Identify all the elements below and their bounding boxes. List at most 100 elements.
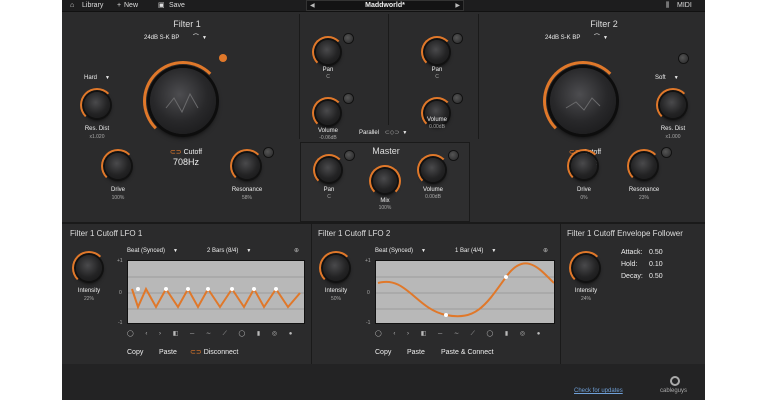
lfo2-curve	[376, 261, 554, 323]
preset-selector[interactable]: ◀ Maddworld* ▶	[306, 0, 464, 11]
filter2-drive-label: Drive	[576, 187, 591, 193]
filter2-volume-label: Volume	[426, 117, 447, 123]
chevron-down-icon: ▼	[173, 248, 178, 254]
home-icon[interactable]: ⌂	[70, 1, 74, 10]
env-intensity-knob[interactable]	[569, 251, 603, 285]
separator	[388, 14, 389, 125]
filter1-drive-knob[interactable]	[101, 149, 135, 183]
master-volume-led[interactable]	[449, 151, 458, 160]
master-volume-knob[interactable]	[417, 154, 449, 186]
filter1-resonance-knob[interactable]	[230, 149, 264, 183]
filter2-dist-select[interactable]: Soft ▼	[655, 73, 679, 83]
filter1-res-dist-knob[interactable]	[80, 88, 114, 122]
master-mix-knob[interactable]	[369, 165, 401, 197]
lfo2-tool-icons[interactable]: ◯ ‹ › ◧ ─ ∼ ⟋ ◯ ▮ ◎ ●	[375, 330, 545, 338]
filter2-drive-knob[interactable]	[567, 149, 601, 183]
env-hold-value[interactable]: 0.10	[649, 261, 663, 268]
env-attack-value[interactable]: 0.50	[649, 249, 663, 256]
filter1-cutoff-value: 708Hz	[172, 157, 199, 167]
filter1-type-select[interactable]: 24dB S-K BP ⌒ ▼	[144, 33, 207, 43]
chevron-down-icon: ▼	[105, 75, 110, 81]
chevron-down-icon: ▼	[201, 35, 207, 41]
save-button[interactable]: Save	[169, 1, 185, 10]
new-button[interactable]: New	[124, 1, 138, 10]
master-pan-led[interactable]	[345, 151, 354, 160]
chevron-down-icon: ▼	[246, 248, 252, 254]
filter2-resonance-knob[interactable]	[627, 149, 661, 183]
lfo1-intensity-knob[interactable]	[72, 251, 106, 285]
env-panel: Filter 1 Cutoff Envelope Follower Attack…	[561, 224, 705, 364]
lfo2-intensity-knob[interactable]	[319, 251, 353, 285]
lfo2-waveform-editor[interactable]	[375, 260, 555, 324]
filter-shape-icon: ⌒	[593, 35, 600, 41]
chevron-down-icon: ▼	[491, 248, 497, 254]
filter1-resonance-led[interactable]	[264, 148, 273, 157]
filter1-cutoff-label: ⊂⊃ Cutoff	[156, 149, 216, 156]
env-title: Filter 1 Cutoff Envelope Follower	[567, 229, 683, 238]
master-mix-label: Mix	[380, 198, 390, 204]
filter2-cutoff-knob[interactable]	[543, 61, 623, 141]
cableguys-logo-icon	[670, 376, 680, 386]
filter2-pan-led[interactable]	[453, 34, 462, 43]
lfo1-paste-button[interactable]: Paste	[159, 348, 177, 358]
filter1-power-led[interactable]	[219, 54, 227, 62]
filter2-resonance-value: 23%	[638, 195, 649, 201]
filter-response-icon	[165, 92, 199, 114]
lfo2-intensity-value: 50%	[330, 296, 341, 302]
filter2-volume-led[interactable]	[453, 94, 462, 103]
chevron-down-icon: ▼	[602, 35, 608, 41]
master-pan-knob[interactable]	[313, 154, 345, 186]
filter1-dist-select[interactable]: Hard ▼	[84, 73, 110, 83]
lfo1-title: Filter 1 Cutoff LFO 1	[70, 229, 143, 238]
filter1-cutoff-knob[interactable]	[143, 61, 223, 141]
filter2-type-select[interactable]: 24dB S-K BP ⌒ ▼	[545, 33, 608, 43]
filter2-pan-value: C	[435, 74, 439, 80]
lfo2-rate-value: 1 Bar (4/4)	[455, 248, 484, 254]
lfo1-rate-select[interactable]: 2 Bars (8/4) ▼	[207, 246, 251, 256]
env-intensity-label: Intensity	[574, 288, 598, 294]
filter1-volume-led[interactable]	[344, 94, 353, 103]
filter1-volume-knob[interactable]	[312, 97, 344, 129]
filter2-pan-knob[interactable]	[421, 36, 453, 68]
env-decay-value[interactable]: 0.50	[649, 273, 663, 280]
lfo2-panel: Filter 1 Cutoff LFO 2 Beat (Synced) ▼ 1 B…	[312, 224, 560, 364]
lfo2-paste-connect-button[interactable]: Paste & Connect	[441, 348, 494, 358]
filter1-pan-knob[interactable]	[312, 36, 344, 68]
lfo2-intensity-label: Intensity	[324, 288, 348, 294]
link-icon: ⊂⊃	[169, 149, 182, 156]
filter2-power-led[interactable]	[679, 54, 688, 63]
lfo2-rate-select[interactable]: 1 Bar (4/4) ▼	[455, 246, 496, 256]
zoom-icon[interactable]: ⊕	[543, 247, 548, 255]
filter1-cutoff-label-text: Cutoff	[183, 149, 203, 156]
routing-select[interactable]: Parallel ⊂◇⊃ ▼	[359, 128, 407, 138]
chevron-down-icon: ▼	[421, 248, 426, 254]
lfo1-tool-icons[interactable]: ◯ ‹ › ◧ ─ ∼ ⟋ ◯ ▮ ◎ ●	[127, 330, 297, 338]
routing-value: Parallel	[359, 130, 380, 136]
lfo1-disconnect-button[interactable]: ⊂⊃ Disconnect	[190, 348, 238, 358]
next-preset-icon[interactable]: ▶	[455, 2, 460, 9]
lfo1-copy-button[interactable]: Copy	[127, 348, 143, 358]
master-panel: Master Pan C Mix 100% Volume 0.00dB	[300, 142, 470, 222]
check-updates-link[interactable]: Check for updates	[574, 388, 623, 394]
library-button[interactable]: Library	[82, 1, 103, 10]
lfo1-waveform-editor[interactable]	[127, 260, 305, 324]
filter2-resonance-led[interactable]	[662, 148, 671, 157]
top-toolbar: ⌂ Library + New ▣ Save ◀ Maddworld* ▶ ⫼ …	[62, 0, 705, 12]
link-icon: ⊂⊃	[190, 349, 202, 356]
mixer-icon: ⫼	[666, 2, 670, 9]
filter1-pan-led[interactable]	[344, 34, 353, 43]
filter2-res-dist-knob[interactable]	[656, 88, 690, 122]
midi-button[interactable]: MIDI	[677, 1, 692, 10]
filter1-type-value: 24dB S-K BP	[144, 35, 180, 41]
lfo1-sync-select[interactable]: Beat (Synced) ▼	[127, 246, 178, 256]
lfo2-paste-button[interactable]: Paste	[407, 348, 425, 358]
brand-name: cableguys	[660, 388, 688, 394]
master-volume-value: 0.00dB	[425, 194, 441, 200]
filter1-drive-value: 100%	[111, 195, 125, 201]
lfo2-axis-bot: -1	[366, 320, 371, 326]
env-attack-label: Attack:	[621, 249, 643, 256]
zoom-icon[interactable]: ⊕	[294, 247, 299, 255]
filter1-res-dist-value: x1.020	[89, 134, 105, 140]
lfo2-copy-button[interactable]: Copy	[375, 348, 391, 358]
lfo2-sync-select[interactable]: Beat (Synced) ▼	[375, 246, 426, 256]
